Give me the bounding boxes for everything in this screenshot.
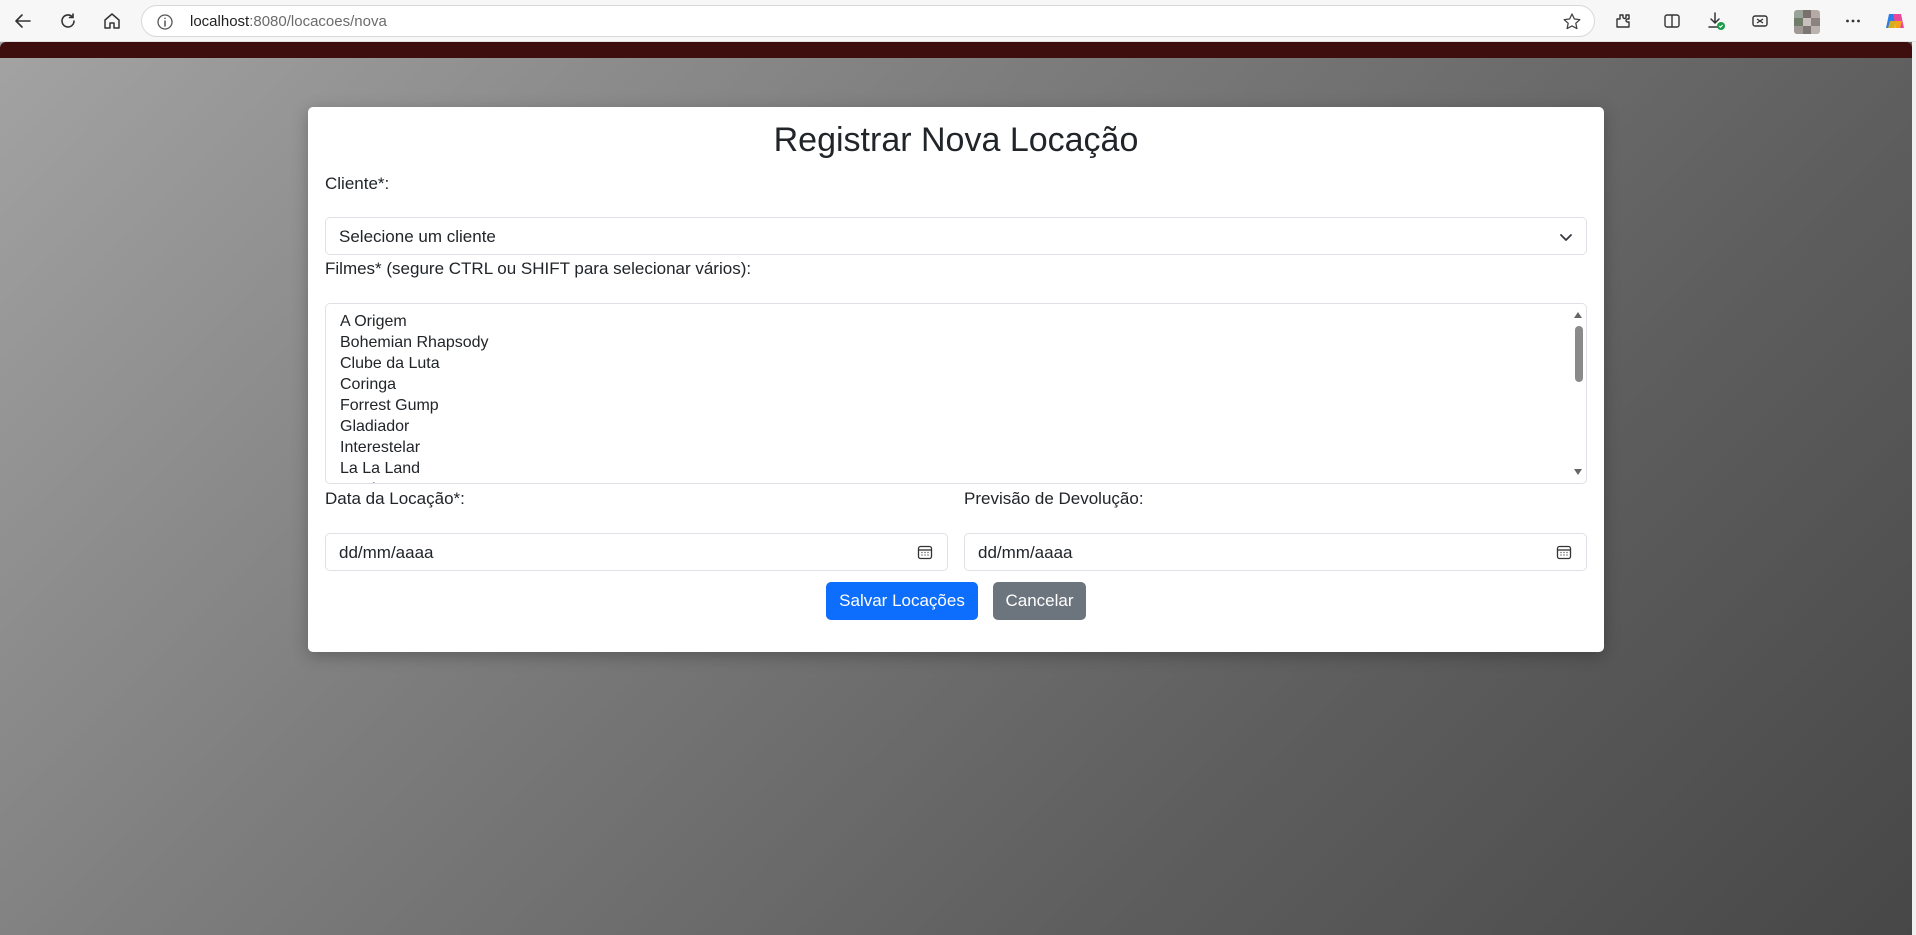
data-locacao-label: Data da Locação*: bbox=[325, 489, 465, 508]
url-path: :8080/locacoes/nova bbox=[249, 13, 387, 30]
previsao-placeholder: dd/mm/aaaa bbox=[978, 543, 1073, 562]
cliente-select[interactable]: Selecione um cliente bbox=[325, 217, 1587, 255]
scrollbar-thumb[interactable] bbox=[1575, 326, 1583, 382]
scroll-up-icon[interactable] bbox=[1574, 312, 1582, 318]
url-host: localhost bbox=[190, 13, 250, 30]
filme-option[interactable]: Matrix bbox=[340, 479, 489, 483]
filme-option[interactable]: Bohemian Rhapsody bbox=[340, 332, 489, 353]
extensions-icon[interactable] bbox=[1608, 6, 1638, 36]
filme-option[interactable]: Forrest Gump bbox=[340, 395, 489, 416]
cliente-label: Cliente*: bbox=[325, 174, 390, 193]
reload-icon[interactable] bbox=[53, 6, 83, 36]
scroll-down-icon[interactable] bbox=[1574, 469, 1582, 475]
filmes-label: Filmes* (segure CTRL ou SHIFT para selec… bbox=[325, 259, 752, 278]
collections-icon[interactable] bbox=[1745, 6, 1775, 36]
downloads-icon[interactable] bbox=[1701, 6, 1731, 36]
calendar-icon[interactable] bbox=[917, 544, 933, 560]
filmes-list: A Origem Bohemian Rhapsody Clube da Luta Co… bbox=[340, 311, 489, 483]
filme-option[interactable]: La La Land bbox=[340, 458, 489, 479]
address-bar[interactable]: localhost:8080/locacoes/nova bbox=[141, 5, 1595, 37]
save-button[interactable]: Salvar Locações bbox=[826, 582, 978, 620]
cancel-button[interactable]: Cancelar bbox=[993, 582, 1086, 620]
url-text[interactable]: localhost:8080/locacoes/nova bbox=[190, 13, 387, 30]
calendar-icon[interactable] bbox=[1556, 544, 1572, 560]
page-background: Registrar Nova Locação Cliente*: Selecio… bbox=[0, 42, 1916, 935]
filme-option[interactable]: Clube da Luta bbox=[340, 353, 489, 374]
data-locacao-input[interactable]: dd/mm/aaaa bbox=[325, 533, 948, 571]
star-icon[interactable] bbox=[1562, 12, 1582, 32]
back-icon[interactable] bbox=[8, 6, 38, 36]
info-icon[interactable] bbox=[156, 13, 174, 31]
chevron-down-icon bbox=[1560, 234, 1572, 241]
cliente-select-value: Selecione um cliente bbox=[339, 227, 496, 246]
previsao-label: Previsão de Devolução: bbox=[964, 489, 1144, 508]
rental-form-card: Registrar Nova Locação Cliente*: Selecio… bbox=[308, 107, 1604, 652]
filmes-multiselect[interactable]: A Origem Bohemian Rhapsody Clube da Luta Co… bbox=[325, 303, 1587, 484]
filme-option[interactable]: A Origem bbox=[340, 311, 489, 332]
browser-toolbar: localhost:8080/locacoes/nova bbox=[0, 0, 1916, 42]
filme-option[interactable]: Interestelar bbox=[340, 437, 489, 458]
home-icon[interactable] bbox=[97, 6, 127, 36]
profile-avatar[interactable] bbox=[1794, 10, 1820, 34]
page-title: Registrar Nova Locação bbox=[773, 121, 1139, 159]
previsao-devolucao-input[interactable]: dd/mm/aaaa bbox=[964, 533, 1587, 571]
filme-option[interactable]: Gladiador bbox=[340, 416, 489, 437]
more-icon[interactable] bbox=[1838, 6, 1868, 36]
copilot-icon[interactable] bbox=[1880, 6, 1910, 36]
listbox-scrollbar[interactable] bbox=[1571, 304, 1586, 483]
filme-option[interactable]: Coringa bbox=[340, 374, 489, 395]
data-locacao-placeholder: dd/mm/aaaa bbox=[339, 543, 434, 562]
top-strip bbox=[0, 42, 1912, 58]
split-screen-icon[interactable] bbox=[1657, 6, 1687, 36]
page-scroll-edge bbox=[1912, 42, 1916, 935]
